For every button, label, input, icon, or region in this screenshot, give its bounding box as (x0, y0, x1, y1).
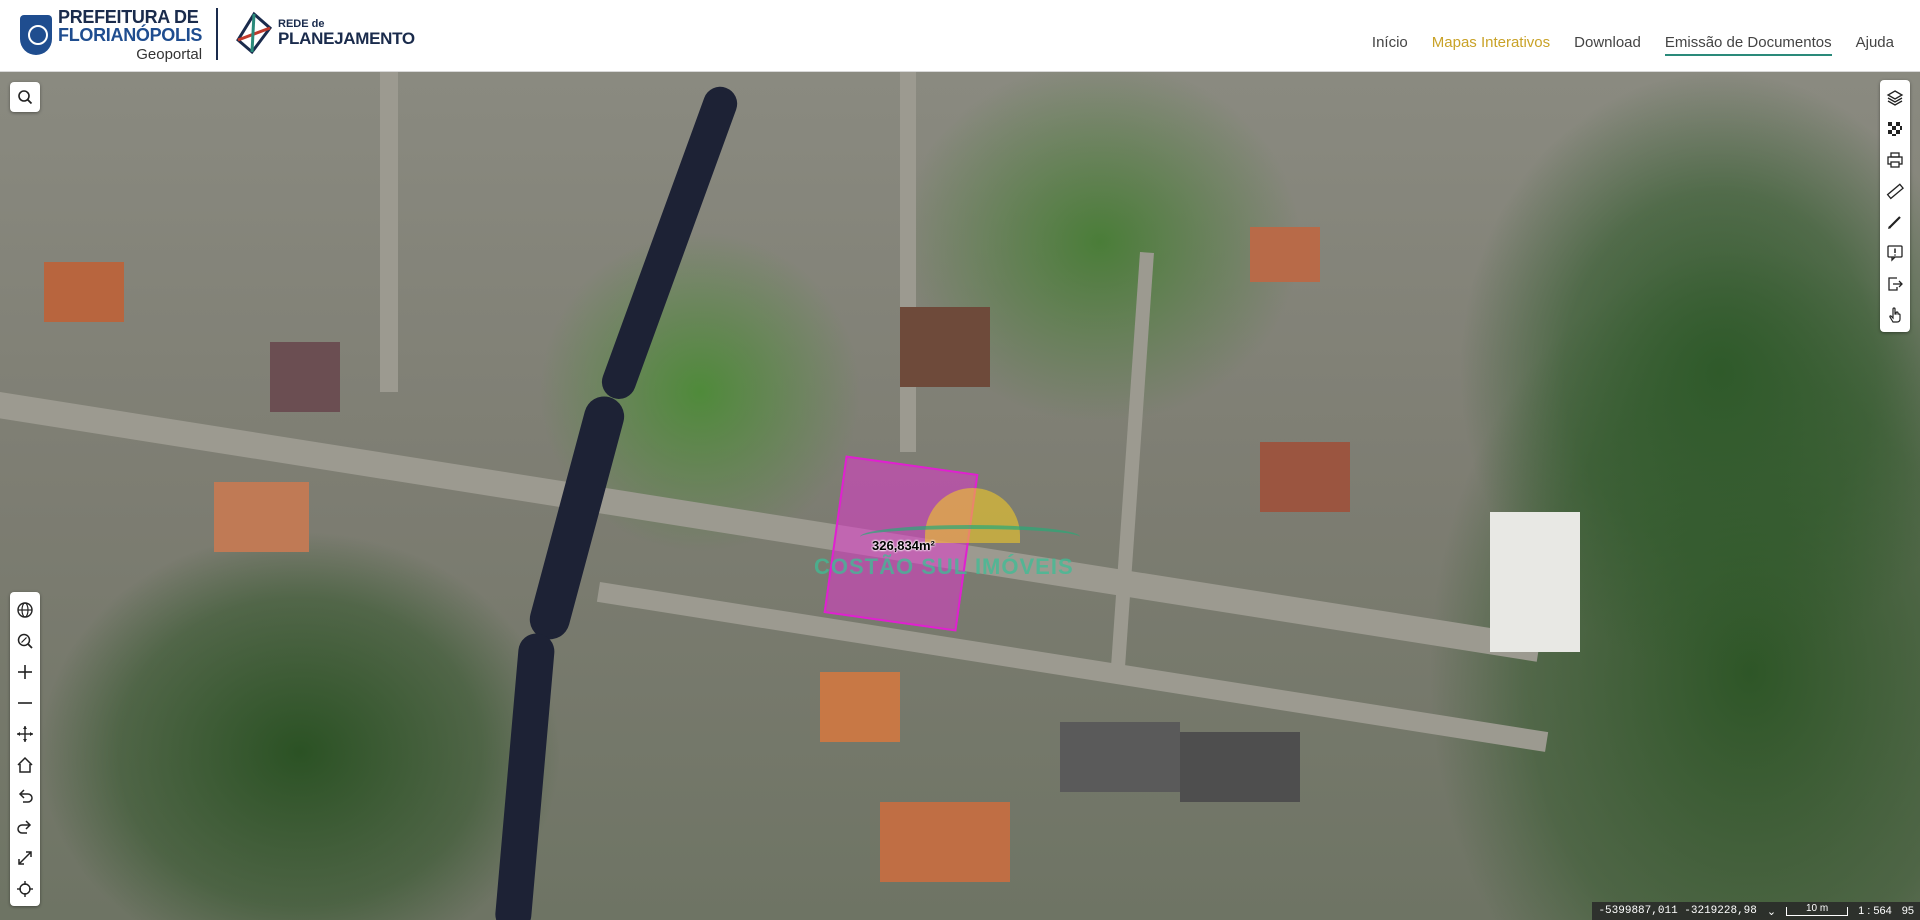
home-button[interactable] (10, 749, 40, 780)
logo-line-3: Geoportal (136, 46, 203, 63)
hand-pointer-icon (1889, 306, 1901, 323)
app-header: PREFEITURA DE FLORIANÓPOLIS Geoportal RE… (0, 0, 1920, 72)
logo-line-2: FLORIANÓPOLIS (58, 25, 203, 45)
nav-emissao-documentos[interactable]: Emissão de Documentos (1664, 34, 1832, 56)
chevron-down-icon[interactable]: ⌄ (1767, 905, 1776, 918)
redo-button[interactable] (10, 811, 40, 842)
parcel-area-label: 326,834m² (872, 538, 935, 553)
main-nav: Início Mapas Interativos Download Emissã… (1372, 34, 1894, 56)
rede-planejamento-logo[interactable]: REDE de PLANEJAMENTO (234, 10, 415, 56)
nav-download[interactable]: Download (1574, 34, 1641, 56)
redo-icon (17, 819, 32, 834)
map-roof (44, 262, 124, 322)
measure-icon (1886, 182, 1904, 199)
map-river (493, 632, 556, 920)
coordinates-readout: -5399887,011 -3219228,98 (1598, 905, 1757, 917)
scale-ratio: 1 : 564 (1858, 905, 1892, 917)
identify-button[interactable] (1880, 299, 1910, 330)
home-icon (17, 756, 33, 773)
basemap-icon (1888, 121, 1902, 136)
crosshair-icon (17, 880, 33, 897)
globe-button[interactable] (10, 594, 40, 625)
logo-line-1: PREFEITURA DE (58, 7, 199, 27)
fullscreen-button[interactable] (10, 842, 40, 873)
satellite-map[interactable]: COSTÃO SUL IMÓVEIS 326,834m² (0, 72, 1920, 920)
header-divider (216, 8, 218, 60)
map-road (380, 72, 398, 392)
map-roof (1490, 512, 1580, 652)
rede-planejamento-mark-icon (234, 10, 274, 56)
map-roof (214, 482, 309, 552)
undo-icon (18, 788, 33, 803)
layers-icon (1886, 89, 1904, 106)
search-button[interactable] (10, 82, 40, 112)
export-button[interactable] (1880, 268, 1910, 299)
nav-ajuda[interactable]: Ajuda (1856, 34, 1894, 56)
zoom-search-icon (17, 633, 33, 649)
map-river (597, 82, 742, 404)
print-button[interactable] (1880, 144, 1910, 175)
zoom-in-button[interactable] (10, 656, 40, 687)
map-statusbar: -5399887,011 -3219228,98 ⌄ 10 m 1 : 564 … (1592, 902, 1920, 920)
map-roof (1260, 442, 1350, 512)
prefeitura-logo[interactable]: PREFEITURA DE FLORIANÓPOLIS Geoportal (20, 7, 203, 63)
draw-button[interactable] (1880, 206, 1910, 237)
map-roof (1060, 722, 1180, 792)
measure-button[interactable] (1880, 175, 1910, 206)
logo2-big-text: PLANEJAMENTO (278, 29, 415, 48)
undo-button[interactable] (10, 780, 40, 811)
print-icon (1887, 151, 1903, 168)
zoom-search-button[interactable] (10, 625, 40, 656)
zoom-out-icon (18, 701, 32, 704)
map-roof (270, 342, 340, 412)
pan-icon (17, 725, 33, 742)
crosshair-button[interactable] (10, 873, 40, 904)
scale-bar-label: 10 m (1805, 902, 1829, 914)
basemap-button[interactable] (1880, 113, 1910, 144)
map-roof (880, 802, 1010, 882)
map-roof (1180, 732, 1300, 802)
map-road (1110, 252, 1154, 672)
map-road (900, 72, 916, 452)
coat-of-arms-icon (20, 15, 52, 55)
zoom-in-icon (18, 664, 32, 679)
left-toolbar (10, 592, 40, 906)
map-river (525, 392, 629, 644)
zoom-readout: 95 (1901, 905, 1914, 917)
map-roof (820, 672, 900, 742)
search-icon (18, 90, 33, 105)
layers-button[interactable] (1880, 82, 1910, 113)
info-icon (1887, 244, 1903, 262)
info-button[interactable] (1880, 237, 1910, 268)
fullscreen-icon (18, 850, 32, 865)
map-roof (900, 307, 990, 387)
right-toolbar (1880, 80, 1910, 332)
scale-bar: 10 m (1786, 903, 1849, 916)
export-icon (1888, 276, 1903, 291)
zoom-out-button[interactable] (10, 687, 40, 718)
pan-button[interactable] (10, 718, 40, 749)
globe-icon (17, 601, 33, 618)
nav-mapas-interativos[interactable]: Mapas Interativos (1432, 34, 1550, 56)
draw-icon (1888, 215, 1901, 229)
nav-inicio[interactable]: Início (1372, 34, 1408, 56)
map-roof (1250, 227, 1320, 282)
